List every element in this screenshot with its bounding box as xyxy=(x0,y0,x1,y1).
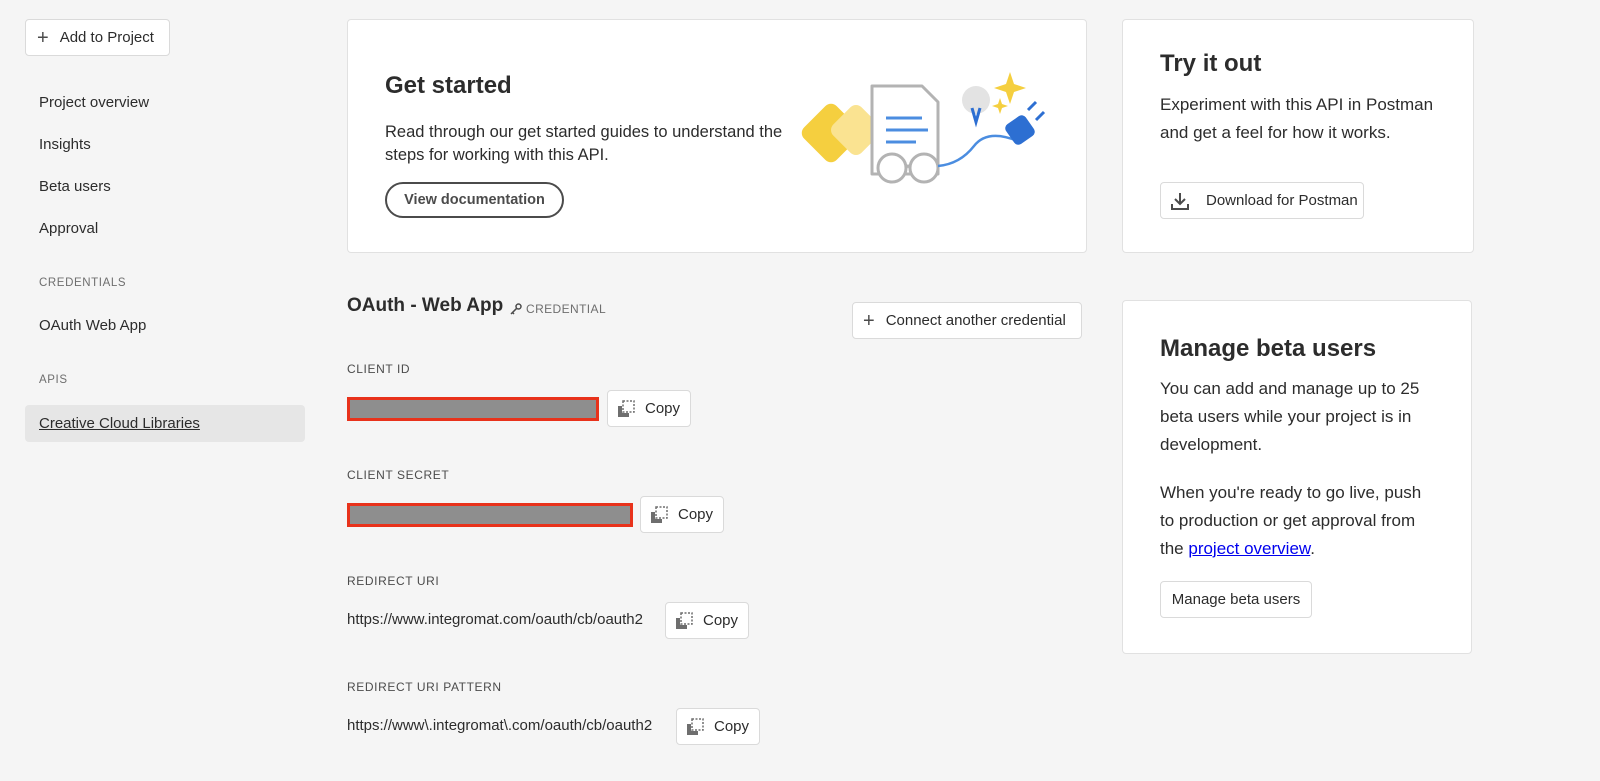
manage-beta-users-title: Manage beta users xyxy=(1160,335,1377,362)
redirect-uri-pattern-label: REDIRECT URI PATTERN xyxy=(347,680,502,694)
download-for-postman-button[interactable]: Download for Postman xyxy=(1160,182,1364,219)
view-documentation-button[interactable]: View documentation xyxy=(385,182,564,218)
redirect-uri-label: REDIRECT URI xyxy=(347,574,440,588)
key-icon xyxy=(510,303,522,315)
copy-icon xyxy=(676,611,693,629)
credential-tag-label: CREDENTIAL xyxy=(526,302,607,316)
add-to-project-label: Add to Project xyxy=(59,29,154,46)
download-for-postman-label: Download for Postman xyxy=(1206,192,1358,209)
client-id-label: CLIENT ID xyxy=(347,362,411,376)
project-overview-link[interactable]: project overview xyxy=(1188,539,1310,558)
copy-label: Copy xyxy=(714,718,750,735)
copy-label: Copy xyxy=(703,612,739,629)
copy-redirect-uri-pattern-button[interactable]: Copy xyxy=(676,708,760,745)
sidebar-item-project-overview[interactable]: Project overview xyxy=(39,94,149,111)
sidebar-item-insights[interactable]: Insights xyxy=(39,136,91,153)
client-secret-label: CLIENT SECRET xyxy=(347,468,450,482)
client-secret-redacted-value xyxy=(347,503,633,527)
sidebar-item-creative-cloud-libraries[interactable]: Creative Cloud Libraries xyxy=(25,405,305,442)
client-id-redacted-value xyxy=(347,397,599,421)
redirect-uri-value: https://www.integromat.com/oauth/cb/oaut… xyxy=(347,611,643,628)
credential-title: OAuth - Web App xyxy=(347,295,504,316)
copy-client-id-button[interactable]: Copy xyxy=(607,390,691,427)
plus-icon: + xyxy=(863,309,875,332)
beta-go-live-text: When you're ready to go live, push to pr… xyxy=(1160,479,1440,563)
manage-beta-users-card: Manage beta users You can add and manage… xyxy=(1122,300,1472,654)
credential-tag: CREDENTIAL xyxy=(510,302,606,316)
sidebar-section-apis: APIS xyxy=(39,374,68,386)
get-started-description: Read through our get started guides to u… xyxy=(385,123,783,164)
try-it-out-card: Try it out Experiment with this API in P… xyxy=(1122,19,1474,253)
get-started-card: Get started Read through our get started… xyxy=(347,19,1087,253)
beta-go-live-suffix: . xyxy=(1310,539,1315,558)
beta-description: You can add and manage up to 25 beta use… xyxy=(1160,379,1420,454)
copy-icon xyxy=(687,717,704,735)
connect-another-credential-label: Connect another credential xyxy=(885,312,1066,329)
connect-another-credential-button[interactable]: + Connect another credential xyxy=(852,302,1082,339)
sidebar-item-approval[interactable]: Approval xyxy=(39,220,98,237)
get-started-illustration xyxy=(801,72,1046,184)
try-it-out-description: Experiment with this API in Postman and … xyxy=(1160,95,1434,142)
add-to-project-button[interactable]: + Add to Project xyxy=(25,19,170,56)
try-it-out-title: Try it out xyxy=(1160,50,1262,77)
download-icon xyxy=(1171,192,1189,210)
manage-beta-users-button[interactable]: Manage beta users xyxy=(1160,581,1312,618)
sidebar-section-credentials: CREDENTIALS xyxy=(39,277,127,289)
copy-redirect-uri-button[interactable]: Copy xyxy=(665,602,749,639)
copy-icon xyxy=(651,505,668,523)
redirect-uri-pattern-value: https://www\.integromat\.com/oauth/cb/oa… xyxy=(347,717,653,734)
sidebar-item-beta-users[interactable]: Beta users xyxy=(39,178,111,195)
plus-icon: + xyxy=(37,26,49,49)
copy-client-secret-button[interactable]: Copy xyxy=(640,496,724,533)
copy-icon xyxy=(618,399,635,417)
copy-label: Copy xyxy=(678,506,714,523)
get-started-title: Get started xyxy=(385,72,512,99)
sidebar-item-oauth-web-app[interactable]: OAuth Web App xyxy=(39,317,146,334)
copy-label: Copy xyxy=(645,400,681,417)
